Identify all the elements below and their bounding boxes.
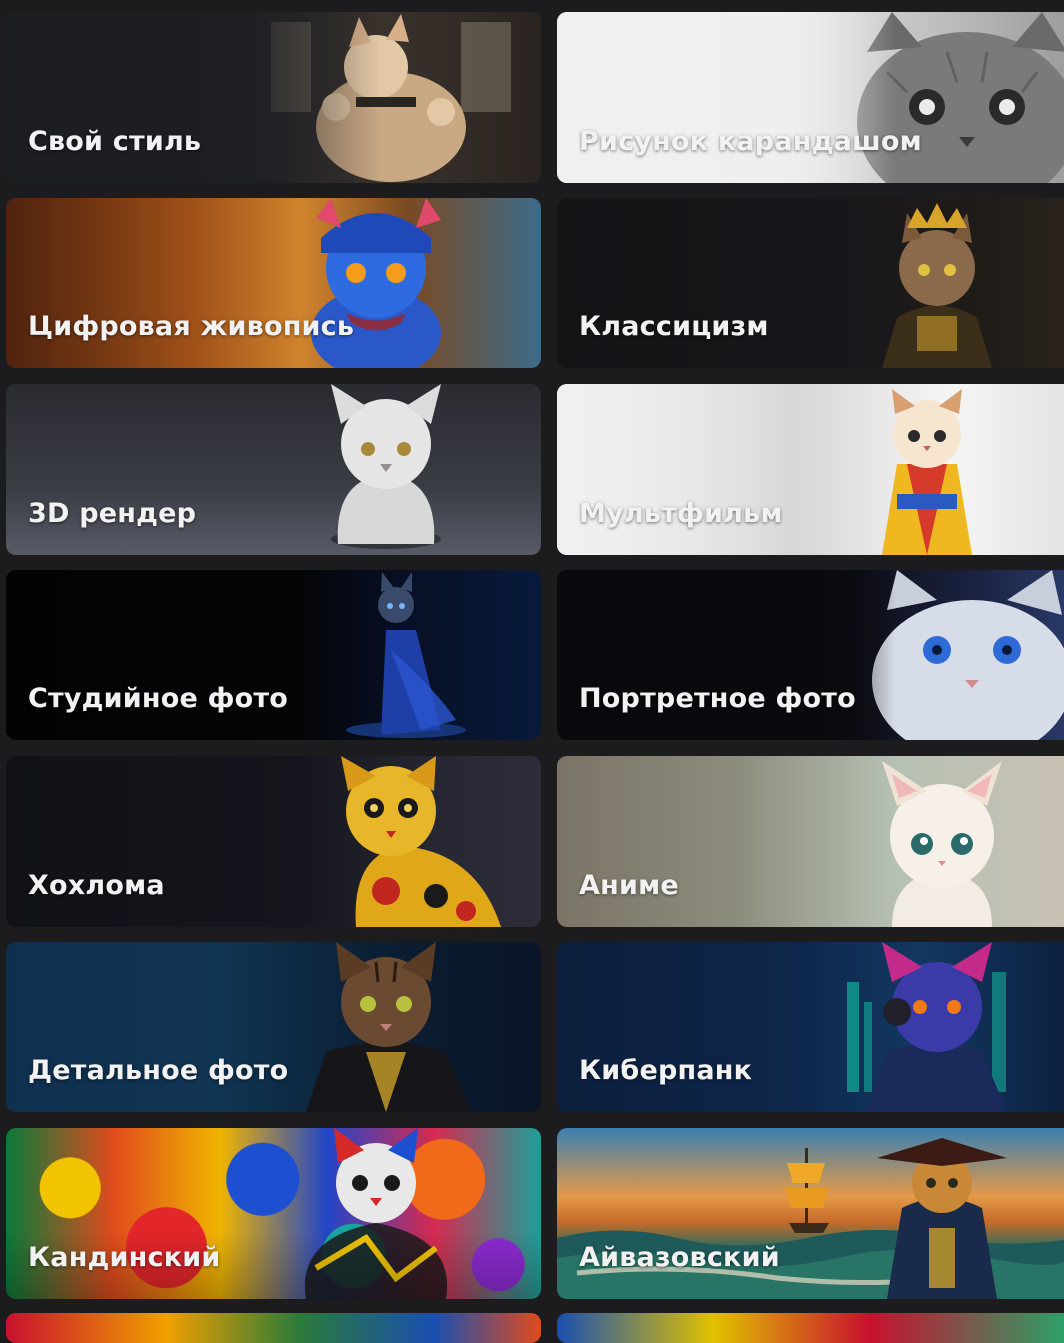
style-label: Айвазовский [579,1242,780,1273]
pencil-cat-image [857,12,1064,183]
style-card-pencil-drawing[interactable]: Рисунок карандашом [557,12,1064,183]
style-label: Мультфильм [579,498,783,529]
style-label: 3D рендер [28,498,197,529]
blue-hat-cat-image [311,198,441,368]
style-card-portrait-photo[interactable]: Портретное фото [557,570,1064,740]
style-card-classicism[interactable]: Классицизм [557,198,1064,368]
style-label: Студийное фото [28,683,288,714]
style-label: Кандинский [28,1242,221,1273]
fighting-cat-image [271,14,511,182]
style-card-anime[interactable]: Аниме [557,756,1064,927]
style-label: Портретное фото [579,683,856,714]
crowned-cat-image [882,203,992,368]
style-card-cyberpunk[interactable]: Киберпанк [557,942,1064,1112]
style-label: Аниме [579,870,679,901]
blue-dress-cat-image [346,572,466,738]
style-card-khokhloma[interactable]: Хохлома [6,756,541,927]
style-card-studio-photo[interactable]: Студийное фото [6,570,541,740]
style-label: Детальное фото [28,1055,289,1086]
style-card-own-style[interactable]: Свой стиль [6,12,541,183]
seascape-cat-image [557,1138,1064,1299]
style-label: Классицизм [579,311,769,342]
style-card-cartoon[interactable]: Мультфильм [557,384,1064,555]
kandinsky-cat-image [304,1128,448,1299]
anime-kitten-image [882,761,1002,927]
blue-eyed-cat-image [872,570,1064,740]
sailing-ship [785,1148,829,1233]
cyberpunk-cat-image [847,942,1007,1112]
kimono-cat-image [882,389,972,555]
khokhloma-cat-image [341,756,501,927]
style-card-partial[interactable] [6,1313,541,1343]
style-grid: Свой стиль Рисунок карандашом Цифровая ж… [0,0,1064,1343]
style-label: Цифровая живопись [28,311,355,342]
style-card-partial[interactable] [557,1313,1064,1343]
style-label: Свой стиль [28,126,202,157]
style-label: Киберпанк [579,1055,753,1086]
white-3d-cat-image [331,384,441,549]
style-label: Рисунок карандашом [579,126,922,157]
leather-jacket-cat-image [306,942,471,1112]
style-card-3d-render[interactable]: 3D рендер [6,384,541,555]
style-card-aivazovsky[interactable]: Айвазовский [557,1128,1064,1299]
style-card-detailed-photo[interactable]: Детальное фото [6,942,541,1112]
style-label: Хохлома [28,870,165,901]
style-card-kandinsky[interactable]: Кандинский [6,1128,541,1299]
style-card-digital-painting[interactable]: Цифровая живопись [6,198,541,368]
